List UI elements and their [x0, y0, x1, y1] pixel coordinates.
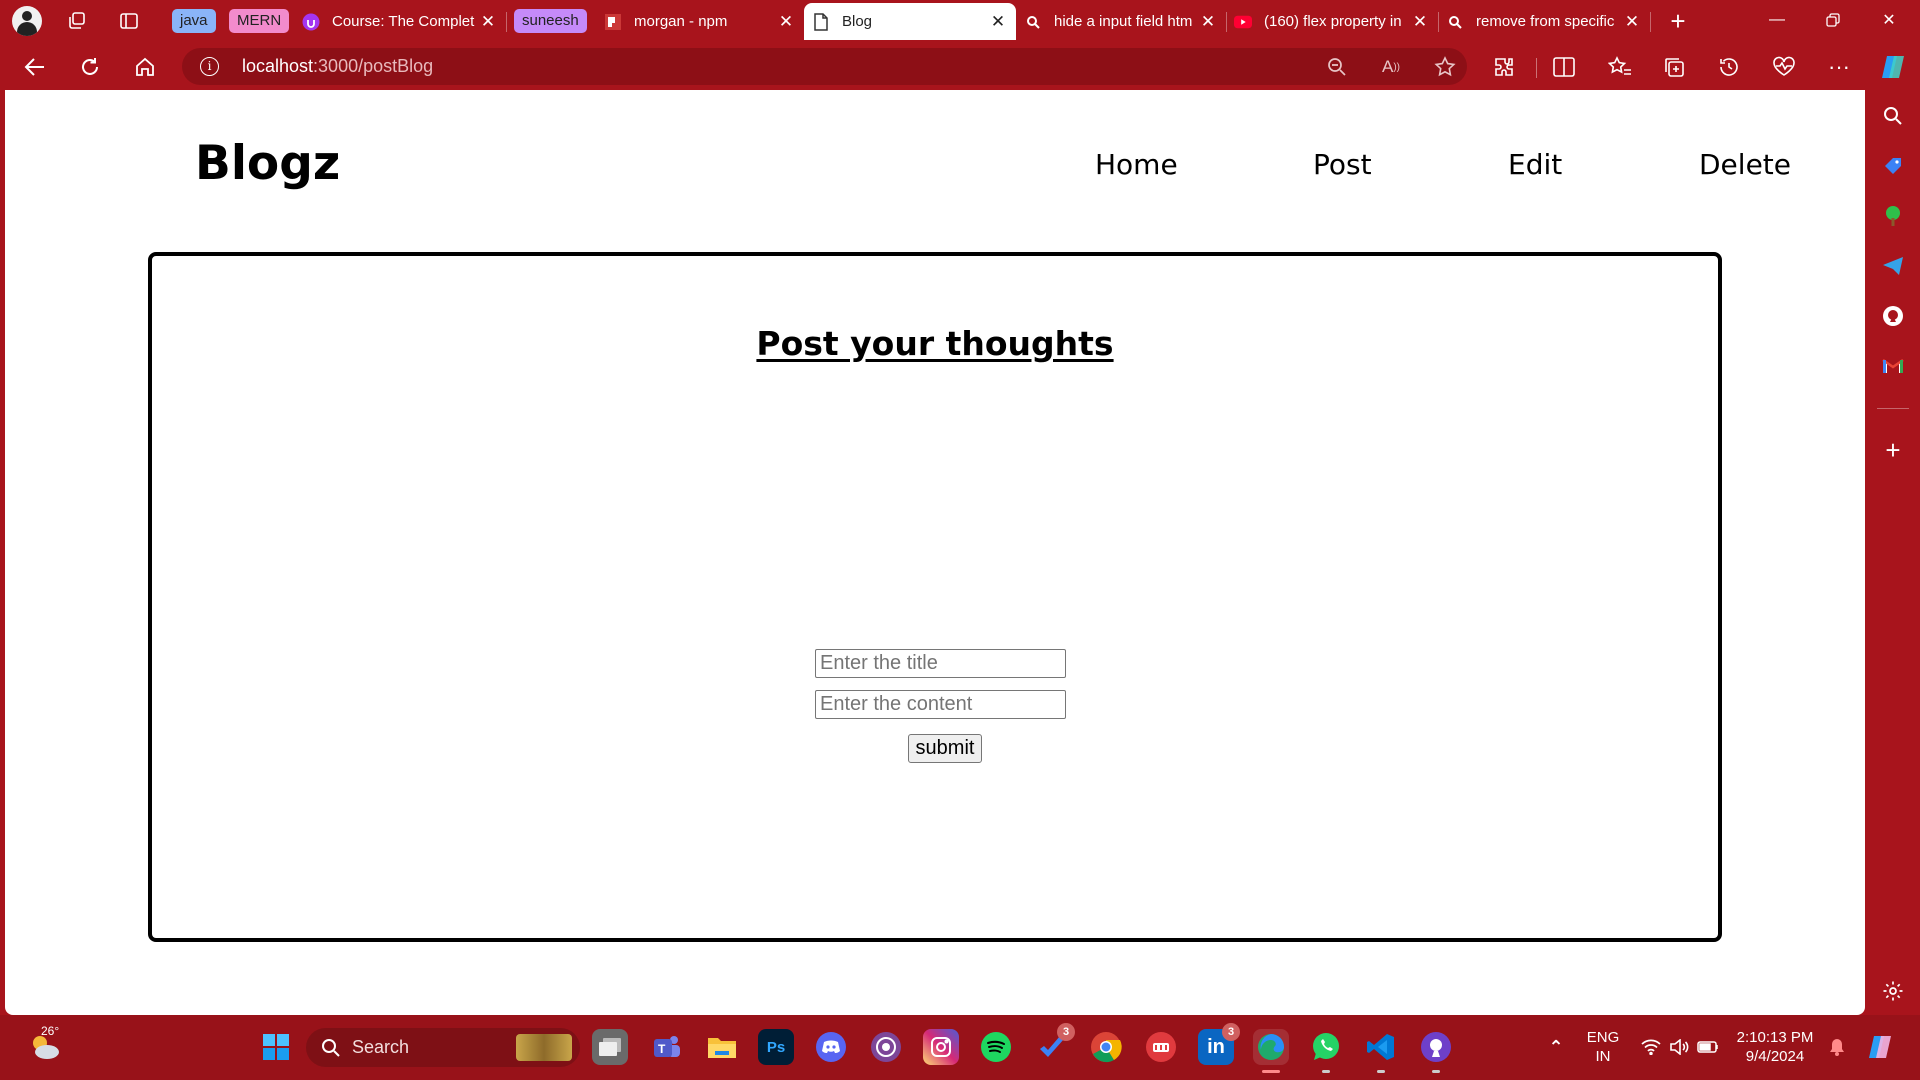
sidebar-settings-icon[interactable] — [1878, 976, 1908, 1006]
close-window-icon[interactable]: ✕ — [1861, 0, 1917, 40]
address-bar[interactable]: i localhost:3000/postBlog A)) — [182, 48, 1467, 85]
sidebar-add-icon[interactable]: + — [1878, 435, 1908, 465]
search-highlight-icon — [516, 1034, 572, 1061]
tab-remove-specific[interactable]: remove from specific ✕ — [1446, 3, 1642, 40]
tab-bar: java MERN Course: The Complet ✕ suneesh … — [0, 0, 1920, 43]
post-form-card: Post your thoughts submit — [148, 252, 1722, 942]
npm-icon — [604, 13, 622, 31]
read-aloud-icon[interactable]: A)) — [1378, 54, 1404, 80]
page-icon — [812, 12, 830, 31]
nav-delete-link[interactable]: Delete — [1699, 148, 1791, 181]
copilot-icon[interactable] — [1877, 51, 1909, 83]
taskbar-search-icon — [322, 1039, 340, 1057]
title-input[interactable] — [815, 649, 1066, 678]
home-icon[interactable] — [129, 51, 161, 83]
tab-morgan-npm[interactable]: morgan - npm ✕ — [604, 3, 796, 40]
github-desktop-icon[interactable] — [1418, 1029, 1454, 1073]
more-options-icon[interactable]: ··· — [1823, 51, 1855, 83]
performance-icon[interactable] — [1768, 51, 1800, 83]
history-icon[interactable] — [1713, 51, 1745, 83]
web-page: Blogz Home Post Edit Delete Post your th… — [5, 90, 1865, 1015]
tab-group-suneesh[interactable]: suneesh — [514, 9, 587, 33]
task-view-icon[interactable] — [592, 1029, 628, 1065]
site-info-icon[interactable]: i — [200, 57, 219, 76]
tab-blog[interactable]: Blog ✕ — [804, 3, 1016, 40]
battery-icon[interactable] — [1694, 1029, 1722, 1065]
favorites-icon[interactable] — [1604, 51, 1636, 83]
github-icon[interactable] — [1878, 301, 1908, 331]
close-tab-icon[interactable]: ✕ — [776, 12, 796, 32]
tab-group-mern[interactable]: MERN — [229, 9, 290, 33]
edge-sidebar: + — [1865, 90, 1920, 1015]
favorite-star-icon[interactable] — [1432, 54, 1458, 80]
close-tab-icon[interactable]: ✕ — [478, 12, 498, 32]
tab-hide-input[interactable]: hide a input field htm ✕ — [1024, 3, 1218, 40]
windows-taskbar: 26° Search T Ps 3 in 3 ⌃ ENG IN 2:10:13 … — [0, 1015, 1920, 1080]
submit-button[interactable]: submit — [908, 734, 982, 763]
extensions-icon[interactable] — [1488, 51, 1520, 83]
telegram-send-icon[interactable] — [1878, 251, 1908, 281]
nav-edit-link[interactable]: Edit — [1508, 148, 1562, 181]
collections-icon[interactable] — [1658, 51, 1690, 83]
teams-icon[interactable]: T — [648, 1029, 684, 1065]
svg-text:T: T — [658, 1042, 666, 1056]
nav-home-link[interactable]: Home — [1095, 148, 1178, 181]
minimize-icon[interactable]: — — [1749, 0, 1805, 40]
volume-icon[interactable] — [1666, 1029, 1692, 1065]
profile-avatar[interactable] — [12, 6, 42, 36]
zoom-out-icon[interactable] — [1324, 54, 1350, 80]
restore-icon[interactable] — [1805, 0, 1861, 40]
udemy-icon — [302, 13, 320, 31]
discord-icon[interactable] — [813, 1029, 849, 1065]
new-tab-icon[interactable]: + — [1663, 6, 1693, 36]
close-tab-icon[interactable]: ✕ — [1410, 12, 1430, 32]
notifications-bell-icon[interactable] — [1826, 1029, 1848, 1065]
site-logo[interactable]: Blogz — [195, 136, 340, 191]
url-text[interactable]: localhost:3000/postBlog — [242, 56, 433, 77]
tab-course[interactable]: Course: The Complet ✕ — [302, 3, 498, 40]
vertical-tabs-icon[interactable] — [114, 6, 144, 36]
close-tab-icon[interactable]: ✕ — [1198, 12, 1218, 32]
workspaces-icon[interactable] — [62, 6, 92, 36]
tab-flex-property[interactable]: (160) flex property in ✕ — [1234, 3, 1430, 40]
youtube-icon — [1234, 13, 1252, 31]
vscode-icon[interactable] — [1363, 1029, 1399, 1073]
spotify-icon[interactable] — [978, 1029, 1014, 1065]
weather-icon[interactable]: 26° — [25, 1024, 65, 1067]
tab-group-java[interactable]: java — [172, 9, 216, 33]
instagram-icon[interactable] — [923, 1029, 959, 1065]
photoshop-icon[interactable]: Ps — [758, 1029, 794, 1065]
content-input[interactable] — [815, 690, 1066, 719]
file-explorer-icon[interactable] — [704, 1029, 740, 1065]
gmail-icon[interactable] — [1878, 351, 1908, 381]
linkedin-icon[interactable]: in 3 — [1198, 1023, 1240, 1065]
shopping-tag-icon[interactable] — [1878, 151, 1908, 181]
search-icon — [1446, 13, 1464, 31]
close-tab-icon[interactable]: ✕ — [1622, 12, 1642, 32]
search-icon — [1024, 13, 1042, 31]
copilot-preview-icon[interactable] — [1862, 1029, 1898, 1065]
nav-post-link[interactable]: Post — [1313, 148, 1372, 181]
form-heading: Post your thoughts — [756, 324, 1114, 363]
close-tab-icon[interactable]: ✕ — [988, 12, 1008, 32]
start-windows-icon[interactable] — [258, 1029, 294, 1065]
edge-icon[interactable] — [1253, 1029, 1289, 1073]
input-language[interactable]: ENG IN — [1583, 1028, 1623, 1066]
taskbar-search[interactable]: Search — [306, 1028, 580, 1067]
pinned-app-icon[interactable]: 3 — [1033, 1023, 1075, 1065]
clock[interactable]: 2:10:13 PM 9/4/2024 — [1728, 1028, 1822, 1066]
chrome-icon[interactable] — [1088, 1029, 1124, 1065]
back-icon[interactable] — [19, 51, 51, 83]
wifi-icon[interactable] — [1638, 1029, 1664, 1065]
split-screen-icon[interactable] — [1548, 51, 1580, 83]
games-tree-icon[interactable] — [1878, 201, 1908, 231]
tor-browser-icon[interactable] — [868, 1029, 904, 1065]
show-hidden-icons-icon[interactable]: ⌃ — [1538, 1029, 1574, 1065]
sidebar-search-icon[interactable] — [1878, 101, 1908, 131]
browser-toolbar: i localhost:3000/postBlog A)) ··· — [0, 43, 1920, 90]
refresh-icon[interactable] — [74, 51, 106, 83]
mongodb-compass-icon[interactable] — [1143, 1029, 1179, 1065]
whatsapp-icon[interactable] — [1308, 1029, 1344, 1073]
